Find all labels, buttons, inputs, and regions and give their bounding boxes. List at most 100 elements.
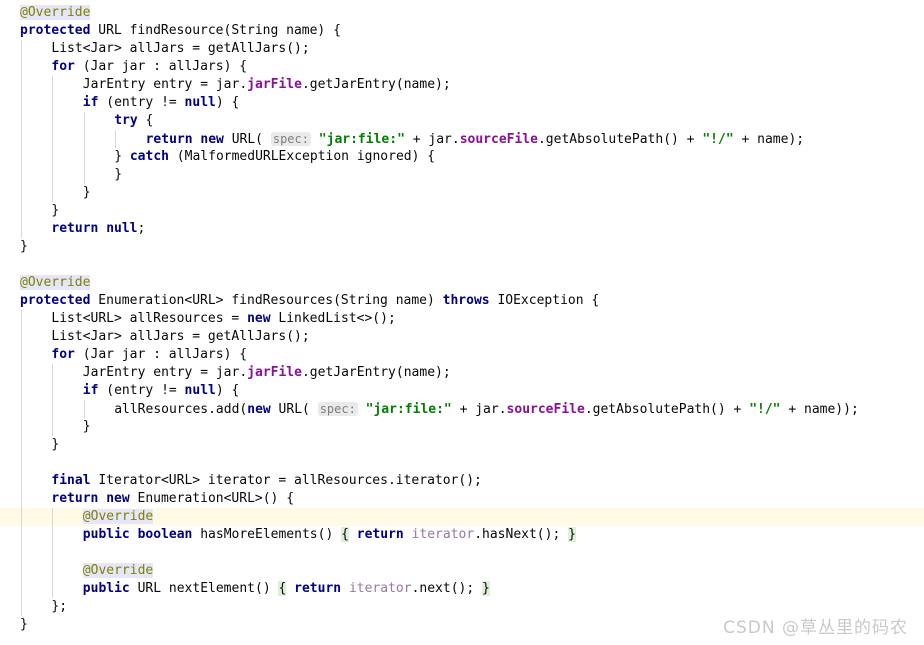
code-line[interactable]: return null; <box>0 220 924 238</box>
code-line[interactable]: public URL nextElement() { return iterat… <box>0 580 924 598</box>
code-token-kw: null <box>106 221 138 236</box>
code-line[interactable]: public boolean hasMoreElements() { retur… <box>0 526 924 544</box>
code-token-fld: sourceFile <box>459 132 538 147</box>
code-token-hintpill: spec: <box>317 402 358 416</box>
code-line[interactable]: @Override <box>0 508 924 526</box>
code-token-kw: null <box>184 95 216 110</box>
code-token-kw: for <box>51 347 75 362</box>
code-line[interactable]: } <box>0 202 924 220</box>
code-token-fld: sourceFile <box>506 402 585 417</box>
code-token-fld: jarFile <box>247 365 302 380</box>
code-token-plain: JarEntry entry = jar. <box>82 77 248 92</box>
code-editor-canvas[interactable]: @Override protected URL findResource(Stri… <box>0 0 924 645</box>
code-line[interactable]: return new Enumeration<URL>() { <box>0 490 924 508</box>
code-lines-container[interactable]: @Override protected URL findResource(Stri… <box>0 4 924 634</box>
code-token-kw: if <box>82 383 99 398</box>
code-token-plain: ) { <box>215 95 240 110</box>
code-token-plain: } <box>82 185 91 200</box>
code-token-plain: (Jar jar : allJars) { <box>74 59 248 74</box>
code-token-kw: return <box>294 581 342 596</box>
code-line[interactable]: } <box>0 166 924 184</box>
code-token-brace-hl: { <box>341 527 349 542</box>
code-line[interactable]: List<Jar> allJars = getAllJars(); <box>0 328 924 346</box>
code-token-brace-hl: } <box>482 581 490 596</box>
code-token-kw: return <box>145 132 193 147</box>
code-token-plain: } <box>114 149 130 164</box>
code-token-anno: @Override <box>82 563 154 578</box>
code-token-kw: null <box>184 383 216 398</box>
code-line[interactable]: protected URL findResource(String name) … <box>0 22 924 40</box>
code-token-str: "!/" <box>702 132 734 147</box>
code-line[interactable]: } catch (MalformedURLException ignored) … <box>0 148 924 166</box>
code-line[interactable]: List<URL> allResources = new LinkedList<… <box>0 310 924 328</box>
code-line[interactable]: for (Jar jar : allJars) { <box>0 58 924 76</box>
code-line[interactable] <box>0 544 924 562</box>
code-token-plain: } <box>20 239 28 254</box>
code-line[interactable]: if (entry != null) { <box>0 94 924 112</box>
code-line[interactable] <box>0 454 924 472</box>
code-token-plain: List<Jar> allJars = getAllJars(); <box>51 329 310 344</box>
code-line[interactable]: for (Jar jar : allJars) { <box>0 346 924 364</box>
code-token-kw: new <box>200 132 224 147</box>
code-token-plain: ; <box>137 221 146 236</box>
code-line[interactable]: List<Jar> allJars = getAllJars(); <box>0 40 924 58</box>
code-token-plain: } <box>114 167 123 182</box>
code-line[interactable]: allResources.add(new URL( spec: "jar:fil… <box>0 400 924 418</box>
code-line[interactable]: }; <box>0 598 924 616</box>
code-line[interactable]: } <box>0 436 924 454</box>
code-token-plain: (entry != <box>98 383 185 398</box>
code-line[interactable]: @Override <box>0 562 924 580</box>
code-line[interactable]: } <box>0 238 924 256</box>
code-line[interactable]: return new URL( spec: "jar:file:" + jar.… <box>0 130 924 148</box>
code-token-kw: new <box>106 491 130 506</box>
code-line[interactable]: } <box>0 418 924 436</box>
code-token-plain: (entry != <box>98 95 185 110</box>
code-line[interactable]: protected Enumeration<URL> findResources… <box>0 292 924 310</box>
code-token-brace-hl: } <box>568 527 576 542</box>
code-token-plain: .getJarEntry(name); <box>301 77 451 92</box>
code-token-plain: + name)); <box>780 402 859 417</box>
code-token-str: "jar:file:" <box>318 132 405 147</box>
code-line[interactable]: } <box>0 184 924 202</box>
code-token-plain: ) { <box>215 383 240 398</box>
code-token-plain: + name); <box>733 132 805 147</box>
code-token-anno: @Override <box>20 5 91 20</box>
code-token-plain: } <box>82 419 91 434</box>
code-token-plain: allResources.add( <box>114 402 248 417</box>
code-token-anno: @Override <box>20 275 91 290</box>
code-token-plain: .getJarEntry(name); <box>301 365 451 380</box>
code-token-kw: new <box>247 402 271 417</box>
code-token-plain: } <box>20 617 28 632</box>
code-token-kw: protected <box>20 23 91 38</box>
code-token-plain: Iterator<URL> iterator = allResources.it… <box>90 473 482 488</box>
code-token-plain: .hasNext(); <box>474 527 569 542</box>
code-line[interactable]: try { <box>0 112 924 130</box>
code-token-plain: JarEntry entry = jar. <box>82 365 248 380</box>
code-line[interactable]: JarEntry entry = jar.jarFile.getJarEntry… <box>0 76 924 94</box>
code-token-plain: LinkedList<>(); <box>270 311 396 326</box>
code-token-lvar: iterator <box>411 527 475 542</box>
code-token-plain: } <box>51 203 60 218</box>
code-token-plain: .next(); <box>411 581 483 596</box>
code-token-plain: URL( <box>223 132 271 147</box>
code-line[interactable] <box>0 256 924 274</box>
code-token-kw: try <box>114 113 138 128</box>
code-token-plain: Enumeration<URL> findResources(String na… <box>90 293 443 308</box>
code-token-plain: (MalformedURLException ignored) { <box>168 149 436 164</box>
code-line[interactable]: final Iterator<URL> iterator = allResour… <box>0 472 924 490</box>
code-line[interactable]: @Override <box>0 274 924 292</box>
code-token-kw: for <box>51 59 75 74</box>
code-token-fld: jarFile <box>247 77 302 92</box>
code-token-str: "!/" <box>749 402 781 417</box>
code-line[interactable]: @Override <box>0 4 924 22</box>
code-line[interactable]: if (entry != null) { <box>0 382 924 400</box>
code-token-plain: } <box>51 437 60 452</box>
code-token-plain: Enumeration<URL>() { <box>129 491 295 506</box>
code-line[interactable]: JarEntry entry = jar.jarFile.getJarEntry… <box>0 364 924 382</box>
code-token-plain: + jar. <box>404 132 460 147</box>
code-token-kw: return <box>356 527 404 542</box>
